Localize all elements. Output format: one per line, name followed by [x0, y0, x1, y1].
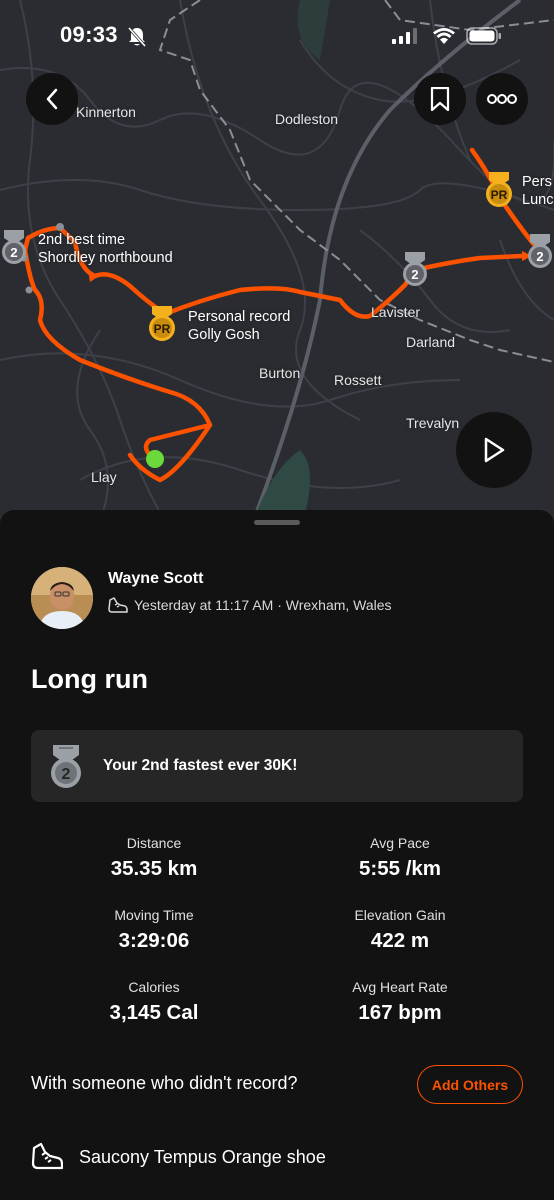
status-time: 09:33: [60, 22, 118, 47]
second-medal-icon: 2: [51, 745, 81, 788]
more-dots-icon: [487, 94, 517, 104]
play-flyby-button[interactable]: [456, 412, 532, 488]
stat-value: 3,145 Cal: [109, 1001, 199, 1024]
svg-text:2: 2: [62, 766, 71, 783]
stat-value: 167 bpm: [358, 1001, 442, 1024]
route-map[interactable]: 2 PR 2 PR 2 Kinnerton Dodleston Lavister…: [0, 0, 554, 530]
segment-label[interactable]: Pers Lunc: [522, 173, 553, 209]
stat-value: 5:55 /km: [358, 857, 442, 880]
segment-name: Lunc: [522, 192, 554, 208]
athlete-name[interactable]: Wayne Scott: [108, 570, 203, 588]
place-label: Llay: [91, 469, 117, 485]
segment-achievement: Pers: [522, 174, 552, 190]
pr-medal-icon[interactable]: PR: [484, 172, 514, 208]
play-icon: [484, 437, 505, 463]
svg-text:PR: PR: [491, 188, 508, 202]
stat-value: 422 m: [370, 929, 430, 952]
stat-label: Distance: [126, 835, 182, 851]
svg-text:PR: PR: [154, 322, 171, 336]
stat-label: Calories: [128, 979, 180, 995]
activity-sheet: Wayne Scott Yesterday at 11:17 AM · Wrex…: [0, 510, 554, 1200]
pr-medal-icon[interactable]: PR: [147, 306, 177, 342]
bell-muted-icon: [127, 27, 147, 47]
place-label: Dodleston: [275, 111, 339, 127]
avatar[interactable]: [31, 567, 93, 629]
signal-icon: [392, 28, 417, 44]
place-label: Rossett: [334, 372, 382, 388]
stat-value: 3:29:06: [118, 929, 190, 952]
running-shoe-icon: [108, 597, 128, 613]
activity-meta: Yesterday at 11:17 AM · Wrexham, Wales: [108, 596, 392, 614]
segment-label[interactable]: 2nd best time Shordley northbound: [38, 231, 173, 267]
achievement-text: Your 2nd fastest ever 30K!: [103, 757, 298, 774]
bookmark-icon: [430, 87, 450, 111]
stat-moving-time: Moving Time 3:29:06: [34, 907, 274, 953]
chevron-left-icon: [46, 88, 58, 110]
back-button[interactable]: [26, 73, 78, 125]
stat-calories: Calories 3,145 Cal: [34, 979, 274, 1025]
place-label: Darland: [406, 334, 456, 350]
activity-title[interactable]: Long run: [31, 664, 148, 695]
stat-label: Avg Pace: [370, 835, 430, 851]
bookmark-button[interactable]: [414, 73, 466, 125]
status-bar: 09:33: [0, 22, 554, 54]
wifi-icon: [433, 28, 455, 44]
stat-elevation-gain: Elevation Gain 422 m: [280, 907, 520, 953]
gear-row[interactable]: Saucony Tempus Orange shoe: [31, 1142, 326, 1172]
stat-distance: Distance 35.35 km: [34, 835, 274, 881]
second-medal-icon[interactable]: 2: [401, 252, 429, 288]
more-options-button[interactable]: [476, 73, 528, 125]
segment-name: Golly Gosh: [188, 327, 260, 343]
place-label: Lavister: [371, 304, 421, 320]
place-label: Kinnerton: [76, 104, 136, 120]
second-medal-icon[interactable]: 2: [526, 234, 554, 270]
stat-avg-pace: Avg Pace 5:55 /km: [280, 835, 520, 881]
add-others-button[interactable]: Add Others: [417, 1065, 523, 1104]
segment-achievement: Personal record: [188, 309, 291, 325]
sheet-handle[interactable]: [254, 520, 300, 525]
place-label: Trevalyn: [406, 415, 460, 431]
avatar-image: [31, 567, 93, 629]
shoe-icon: [31, 1142, 63, 1170]
stat-value: 35.35 km: [110, 857, 198, 880]
place-label: Burton: [259, 365, 301, 381]
second-medal-icon[interactable]: 2: [0, 230, 28, 266]
with-others-prompt: With someone who didn't record?: [31, 1073, 298, 1093]
svg-text:2: 2: [536, 249, 543, 264]
achievement-banner[interactable]: 2 Your 2nd fastest ever 30K!: [31, 730, 523, 802]
svg-text:2: 2: [411, 267, 418, 282]
stat-label: Moving Time: [114, 907, 194, 923]
battery-icon: [466, 27, 501, 45]
svg-text:2: 2: [10, 245, 17, 260]
segment-name: Shordley northbound: [38, 250, 173, 266]
segment-label[interactable]: Personal record Golly Gosh: [188, 308, 290, 344]
segment-achievement: 2nd best time: [38, 232, 126, 248]
stat-label: Avg Heart Rate: [352, 979, 448, 995]
stat-avg-heart-rate: Avg Heart Rate 167 bpm: [280, 979, 520, 1025]
stat-label: Elevation Gain: [354, 907, 446, 923]
gear-label: Saucony Tempus Orange shoe: [79, 1146, 326, 1167]
activity-meta-text: Yesterday at 11:17 AM · Wrexham, Wales: [134, 597, 392, 613]
